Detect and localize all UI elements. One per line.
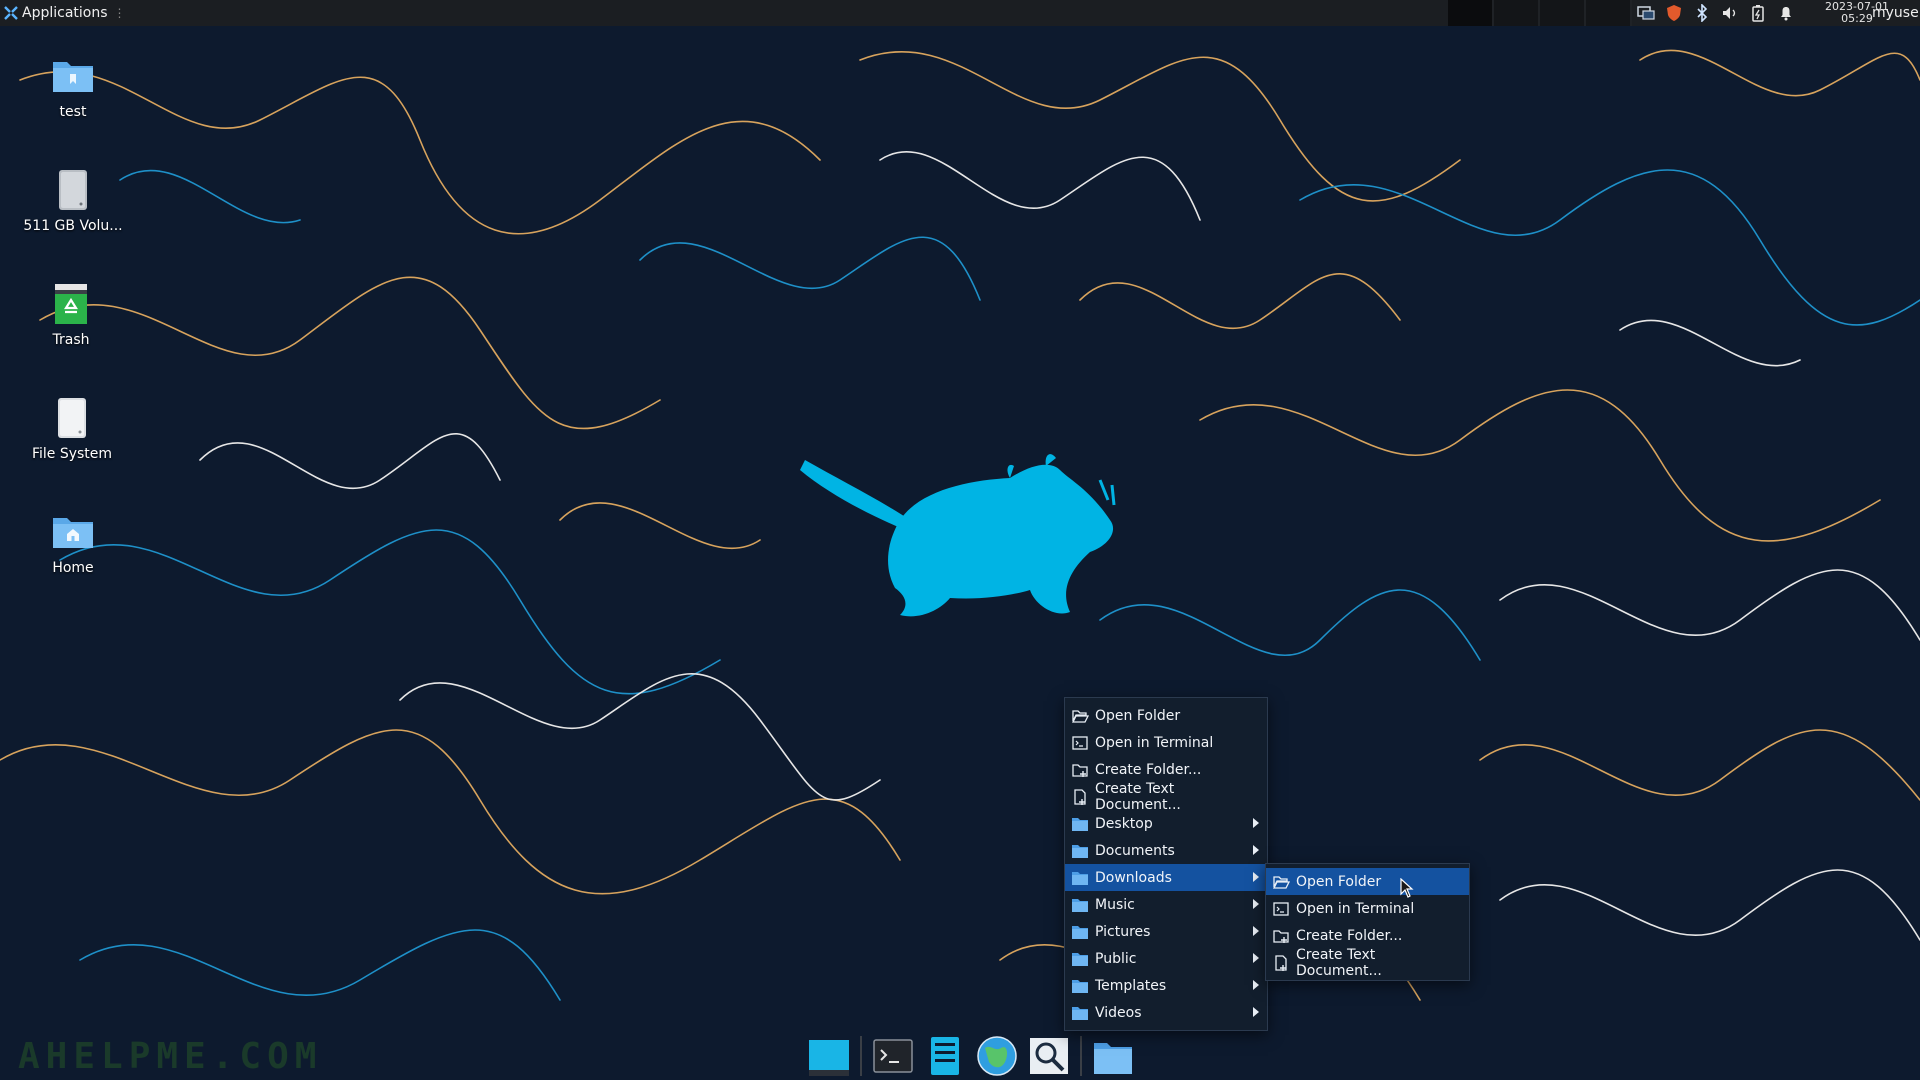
drag-handle-icon[interactable]: ⋮: [114, 6, 126, 20]
filesystem-icon: [58, 398, 86, 438]
desktop-context-menu: Open Folder Open in Terminal Create Fold…: [1064, 697, 1268, 1031]
folder-icon: [1072, 952, 1088, 966]
trash-icon: [55, 284, 87, 324]
open-folder-icon: [1272, 875, 1290, 889]
watermark: AHELPME.COM: [18, 1036, 323, 1077]
menu-item-downloads[interactable]: Downloads: [1065, 864, 1267, 891]
applications-menu-button[interactable]: Applications ⋮: [0, 0, 130, 26]
downloads-submenu: Open Folder Open in Terminal Create Fold…: [1265, 863, 1470, 981]
bluetooth-icon[interactable]: [1692, 3, 1712, 23]
menu-item-templates[interactable]: Templates: [1065, 972, 1267, 999]
system-tray: [1636, 0, 1796, 26]
submenu-arrow-icon: [1253, 926, 1259, 936]
top-panel: Applications ⋮ 2023-07-01 05:29 myuser: [0, 0, 1920, 26]
submenu-item-create-document[interactable]: Create Text Document...: [1266, 947, 1469, 979]
menu-item-create-folder[interactable]: Create Folder...: [1065, 756, 1267, 783]
dock-app-finder[interactable]: [1026, 1032, 1072, 1080]
create-folder-icon: [1273, 929, 1289, 943]
desktop-icon-label: Trash: [52, 332, 90, 348]
menu-item-open-terminal[interactable]: Open in Terminal: [1065, 729, 1267, 756]
submenu-item-create-folder[interactable]: Create Folder...: [1266, 922, 1469, 949]
mouse-cursor-icon: [1400, 878, 1414, 898]
xfce-logo-icon: [4, 6, 18, 20]
desktop-icon-label: File System: [31, 446, 113, 462]
dock-separator: [860, 1036, 862, 1076]
folder-icon: [1072, 1006, 1088, 1020]
terminal-icon: [1273, 901, 1289, 916]
volume-icon[interactable]: [1720, 3, 1740, 23]
home-folder-icon: [1094, 1043, 1132, 1074]
folder-icon: [1072, 817, 1088, 831]
terminal-icon: [1072, 735, 1088, 750]
submenu-arrow-icon: [1253, 818, 1259, 828]
applications-label: Applications: [22, 5, 108, 21]
dock-panel: [806, 1030, 1136, 1080]
submenu-item-open-folder[interactable]: Open Folder: [1266, 868, 1469, 895]
home-folder-icon: [53, 518, 93, 548]
workspace-switcher: [1448, 0, 1632, 26]
notification-bell-icon[interactable]: [1776, 3, 1796, 23]
dock-separator: [1080, 1036, 1082, 1076]
folder-icon: [1072, 898, 1088, 912]
update-shield-icon[interactable]: [1664, 3, 1684, 23]
desktop-icon-test[interactable]: test: [17, 52, 129, 120]
workspace-1[interactable]: [1448, 0, 1494, 26]
menu-item-create-document[interactable]: Create Text Document...: [1065, 781, 1267, 813]
desktop-icon-label: 511 GB Volu...: [23, 218, 123, 234]
desktop-icon-home[interactable]: Home: [17, 508, 129, 576]
battery-icon[interactable]: [1748, 3, 1768, 23]
desktop-icon-label: test: [59, 104, 87, 120]
workspace-4[interactable]: [1586, 0, 1632, 26]
submenu-item-open-terminal[interactable]: Open in Terminal: [1266, 895, 1469, 922]
network-icon[interactable]: [1636, 3, 1656, 23]
desktop-icon-volume[interactable]: 511 GB Volu...: [17, 166, 129, 234]
menu-item-videos[interactable]: Videos: [1065, 999, 1267, 1026]
open-folder-icon: [1071, 709, 1089, 723]
submenu-arrow-icon: [1253, 980, 1259, 990]
create-folder-icon: [1072, 763, 1088, 777]
dock-show-desktop[interactable]: [806, 1032, 852, 1080]
web-browser-icon: [977, 1036, 1017, 1076]
desktop-icon-label: Home: [52, 560, 94, 576]
submenu-arrow-icon: [1253, 1007, 1259, 1017]
menu-item-open-folder[interactable]: Open Folder: [1065, 702, 1267, 729]
create-document-icon: [1074, 788, 1086, 805]
folder-icon: [1072, 844, 1088, 858]
app-finder-icon: [1030, 1038, 1068, 1074]
menu-item-music[interactable]: Music: [1065, 891, 1267, 918]
submenu-arrow-icon: [1253, 899, 1259, 909]
terminal-icon: [873, 1039, 913, 1073]
submenu-arrow-icon: [1253, 953, 1259, 963]
drive-icon: [59, 170, 87, 210]
dock-terminal[interactable]: [870, 1032, 916, 1080]
user-menu-button[interactable]: myuser: [1872, 0, 1920, 26]
menu-item-desktop[interactable]: Desktop: [1065, 810, 1267, 837]
submenu-arrow-icon: [1253, 845, 1259, 855]
create-document-icon: [1275, 954, 1287, 971]
dock-file-manager[interactable]: [922, 1032, 968, 1080]
workspace-2[interactable]: [1494, 0, 1540, 26]
show-desktop-icon: [809, 1040, 849, 1076]
desktop-wallpaper: [0, 0, 1920, 1080]
folder-icon: [1072, 979, 1088, 993]
menu-item-documents[interactable]: Documents: [1065, 837, 1267, 864]
submenu-arrow-icon: [1253, 872, 1259, 882]
menu-item-pictures[interactable]: Pictures: [1065, 918, 1267, 945]
dock-home-folder[interactable]: [1090, 1032, 1136, 1080]
workspace-3[interactable]: [1540, 0, 1586, 26]
file-manager-icon: [931, 1037, 959, 1075]
folder-icon: [1072, 925, 1088, 939]
dock-web-browser[interactable]: [974, 1032, 1020, 1080]
folder-icon: [1072, 871, 1088, 885]
menu-item-public[interactable]: Public: [1065, 945, 1267, 972]
folder-icon: [53, 62, 93, 92]
desktop-icon-filesystem[interactable]: File System: [16, 394, 128, 462]
desktop-icon-trash[interactable]: Trash: [15, 280, 127, 348]
